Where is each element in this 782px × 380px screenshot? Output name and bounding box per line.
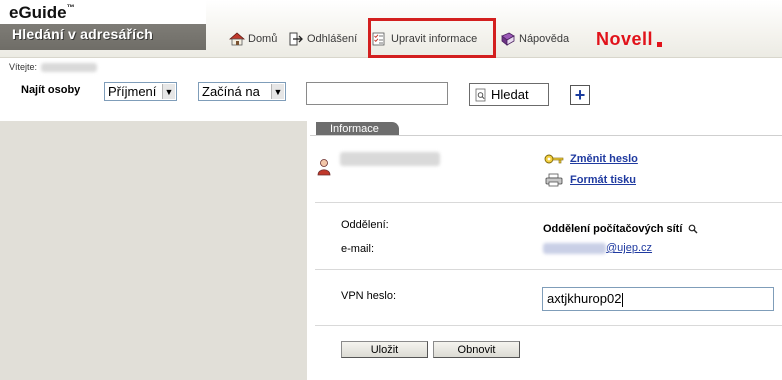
welcome-user-redacted [41,62,98,72]
tab-divider [310,135,782,136]
welcome-line: Vítejte: [9,62,98,72]
printer-icon [545,173,563,187]
nav-help-label: Nápověda [519,33,570,45]
novell-logo: Novell [596,29,654,49]
divider [315,325,782,326]
email-label: e-mail: [341,243,375,255]
text-caret [622,292,624,307]
save-button[interactable]: Uložit [341,341,428,358]
brand-text: eGuide [9,3,67,22]
novell-logo-dot [657,42,662,47]
print-format-label: Formát tisku [570,174,637,186]
search-condition-value: Začíná na [202,84,260,99]
magnifier-icon[interactable] [688,224,698,234]
search-field-value: Příjmení [108,84,157,99]
home-icon [229,32,245,46]
app-header: eGuide™ Hledání v adresářích Domů Odhláš… [0,0,782,58]
nav-logout-label: Odhlášení [307,33,358,45]
highlight-box [368,18,496,58]
vpn-password-input[interactable]: axtjkhurop02 [542,287,774,311]
email-user-redacted [543,242,606,254]
nav-help[interactable]: Nápověda [500,30,569,48]
email-link[interactable]: @ujep.cz [543,242,652,254]
change-password-link[interactable]: Změnit heslo [544,152,638,166]
person-name-redacted [340,152,440,166]
key-icon [544,154,564,164]
chevron-down-icon: ▼ [162,84,175,99]
search-button-label: Hledat [491,87,529,102]
change-password-label: Změnit heslo [570,153,638,165]
search-condition-select[interactable]: Začíná na ▼ [198,82,286,101]
book-icon [501,32,515,46]
department-label: Oddělení: [341,219,389,231]
add-criteria-button[interactable]: + [570,85,590,105]
print-format-link[interactable]: Formát tisku [544,173,636,187]
nav-home[interactable]: Domů [229,30,277,48]
find-people-label: Najít osoby [21,84,81,96]
document-search-icon [475,88,486,101]
page-title: Hledání v adresářích [12,26,153,42]
nav-logout[interactable]: Odhlášení [288,30,357,48]
plus-icon: + [574,84,586,105]
brand-tm: ™ [66,3,75,12]
search-input[interactable] [306,82,448,105]
department-value: Oddělení počítačových sítí [543,223,698,235]
brand-name: eGuide™ [9,3,75,23]
person-icon [317,159,331,176]
vpn-password-value: axtjkhurop02 [547,291,622,306]
email-domain: @ujep.cz [606,242,653,254]
divider [315,202,782,203]
reset-button[interactable]: Obnovit [433,341,520,358]
search-button[interactable]: Hledat [469,83,549,106]
department-text: Oddělení počítačových sítí [543,223,683,235]
divider [315,269,782,270]
tab-informace[interactable]: Informace [316,122,399,136]
vpn-password-label: VPN heslo: [341,290,397,302]
search-field-select[interactable]: Příjmení ▼ [104,82,177,101]
nav-home-label: Domů [248,33,278,45]
welcome-label: Vítejte: [9,62,38,72]
logout-icon [289,32,303,46]
chevron-down-icon: ▼ [271,84,284,99]
results-pane [0,121,307,380]
